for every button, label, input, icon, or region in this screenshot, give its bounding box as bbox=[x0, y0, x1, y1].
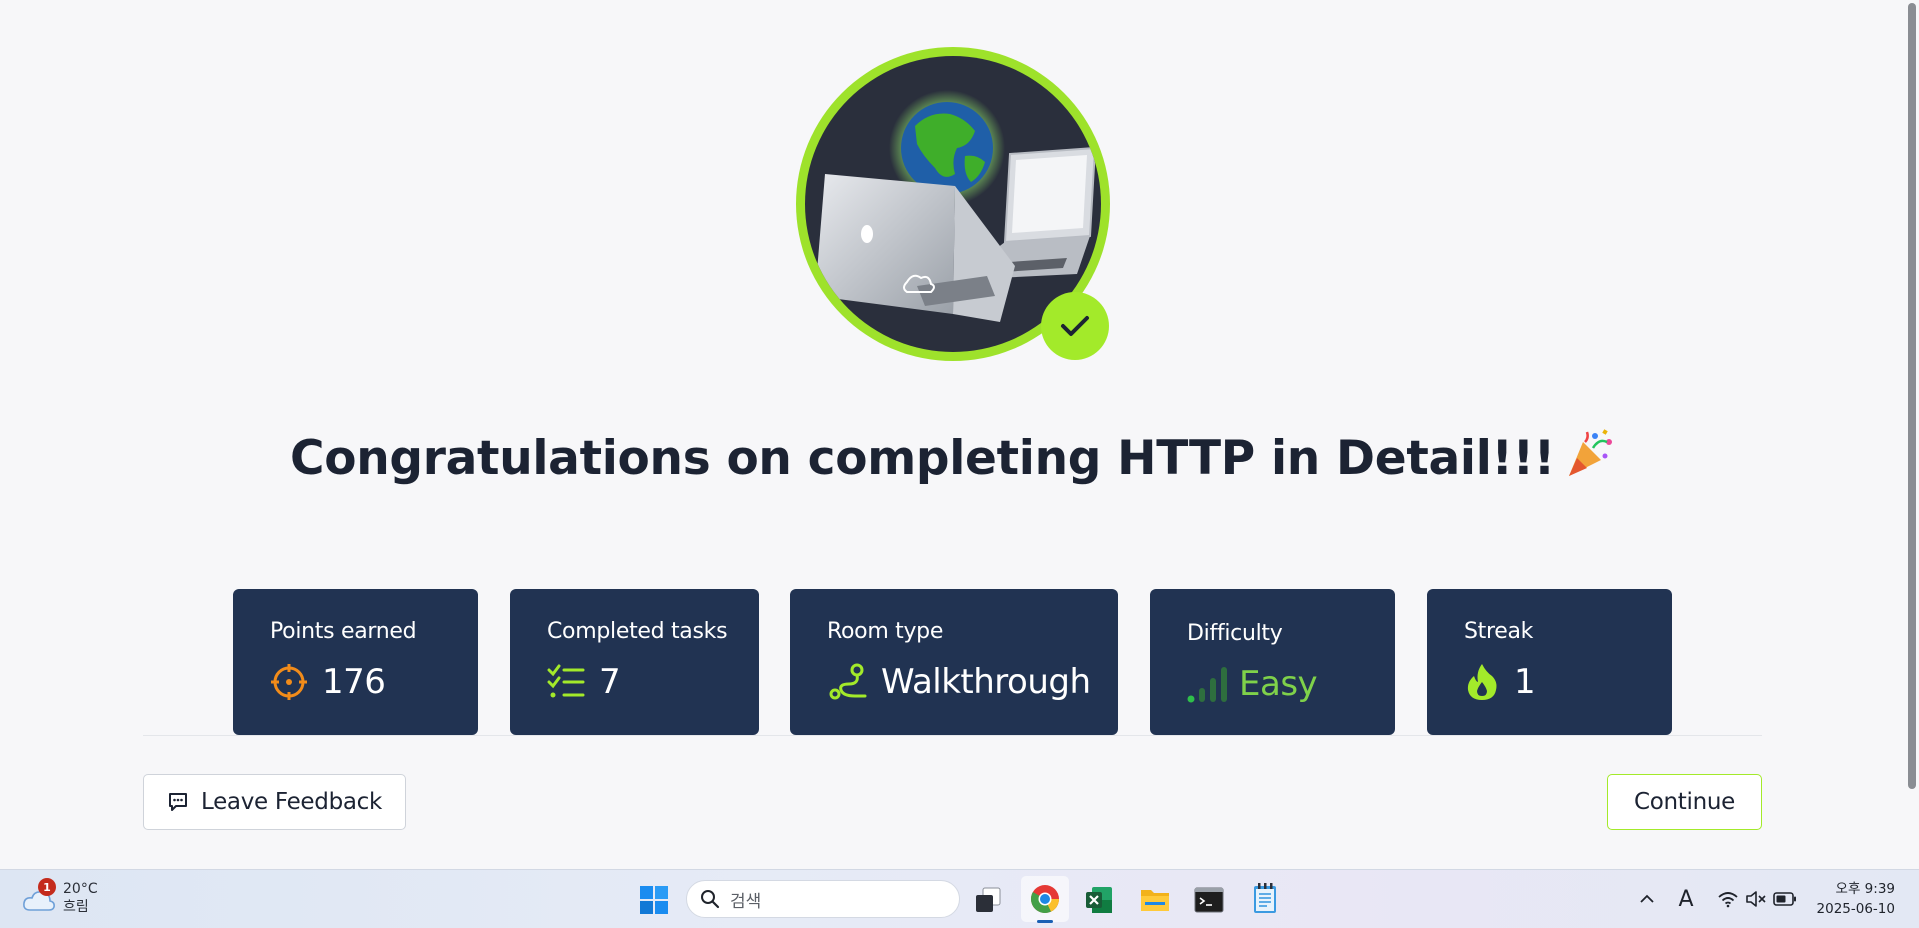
stat-label: Points earned bbox=[270, 619, 417, 644]
stat-value: 7 bbox=[599, 662, 621, 702]
clock-date: 2025-06-10 bbox=[1816, 901, 1895, 917]
stat-card-difficulty: Difficulty Easy bbox=[1150, 589, 1395, 735]
checklist-icon bbox=[547, 664, 585, 698]
leave-feedback-label: Leave Feedback bbox=[200, 789, 383, 815]
scrollbar-thumb[interactable] bbox=[1908, 3, 1916, 789]
network-volume-battery-group[interactable] bbox=[1712, 882, 1802, 916]
stat-label: Completed tasks bbox=[547, 619, 728, 644]
weather-notification-badge: 1 bbox=[38, 878, 56, 896]
battery-icon bbox=[1773, 892, 1796, 906]
target-icon bbox=[271, 664, 307, 700]
weather-text: 20°C 흐림 bbox=[63, 880, 98, 916]
divider bbox=[143, 735, 1762, 736]
leave-feedback-button[interactable]: Leave Feedback bbox=[143, 774, 406, 830]
search-icon bbox=[701, 890, 720, 909]
show-hidden-icons-button[interactable] bbox=[1636, 886, 1658, 912]
terminal-taskbar-button[interactable] bbox=[1191, 882, 1227, 918]
stat-label: Difficulty bbox=[1187, 621, 1283, 646]
stat-value: Walkthrough bbox=[881, 662, 1091, 702]
chrome-active-indicator bbox=[1037, 920, 1053, 923]
continue-label: Continue bbox=[1633, 789, 1736, 815]
excel-taskbar-button[interactable] bbox=[1081, 882, 1117, 918]
notepad-icon bbox=[1254, 883, 1276, 913]
search-placeholder: 검색 bbox=[730, 891, 762, 912]
stat-card-points: Points earned 176 bbox=[233, 589, 478, 735]
chevron-up-icon bbox=[1640, 894, 1654, 903]
title-text: Congratulations on completing HTTP in De… bbox=[290, 431, 1555, 486]
ime-indicator[interactable]: A bbox=[1674, 884, 1698, 914]
clock-time: 오후 9:39 bbox=[1835, 881, 1895, 897]
excel-icon bbox=[1086, 887, 1112, 913]
taskbar: 1 20°C 흐림 검색 A 오후 9:39 2025-06-10 bbox=[0, 869, 1919, 928]
stat-card-tasks: Completed tasks 7 bbox=[510, 589, 759, 735]
stat-card-room-type: Room type Walkthrough bbox=[790, 589, 1118, 735]
page-scrollbar[interactable] bbox=[1905, 0, 1919, 869]
wifi-icon bbox=[1718, 892, 1738, 908]
file-explorer-taskbar-button[interactable] bbox=[1137, 882, 1173, 918]
completed-check-icon bbox=[1041, 292, 1109, 360]
flame-icon bbox=[1467, 664, 1497, 700]
party-popper-icon bbox=[1565, 428, 1615, 490]
task-view-icon bbox=[976, 887, 1001, 912]
chrome-icon bbox=[1031, 885, 1059, 913]
terminal-icon bbox=[1194, 887, 1224, 913]
stat-value: 176 bbox=[322, 662, 386, 702]
stat-value: 1 bbox=[1514, 662, 1536, 702]
page-title: Congratulations on completing HTTP in De… bbox=[0, 428, 1905, 490]
windows-icon bbox=[640, 886, 668, 914]
stat-card-streak: Streak 1 bbox=[1427, 589, 1672, 735]
stat-label: Room type bbox=[827, 619, 944, 644]
weather-temp: 20°C bbox=[63, 881, 98, 897]
taskbar-clock[interactable]: 오후 9:39 2025-06-10 bbox=[1817, 879, 1895, 919]
continue-button[interactable]: Continue bbox=[1607, 774, 1762, 830]
chat-icon bbox=[168, 793, 187, 811]
stat-value: Easy bbox=[1239, 664, 1318, 704]
start-button[interactable] bbox=[636, 884, 672, 916]
volume-muted-icon bbox=[1746, 891, 1766, 907]
signal-bars-icon bbox=[1187, 667, 1227, 703]
folder-icon bbox=[1141, 890, 1169, 911]
task-view-button[interactable] bbox=[970, 882, 1006, 918]
taskbar-search-box[interactable]: 검색 bbox=[686, 880, 960, 918]
weather-desc: 흐림 bbox=[63, 899, 89, 915]
ime-label: A bbox=[1678, 886, 1694, 912]
stat-label: Streak bbox=[1464, 619, 1534, 644]
route-icon bbox=[829, 663, 867, 700]
notepad-taskbar-button[interactable] bbox=[1247, 880, 1283, 918]
weather-widget[interactable]: 1 20°C 흐림 bbox=[18, 878, 118, 920]
chrome-taskbar-button[interactable] bbox=[1025, 880, 1065, 918]
